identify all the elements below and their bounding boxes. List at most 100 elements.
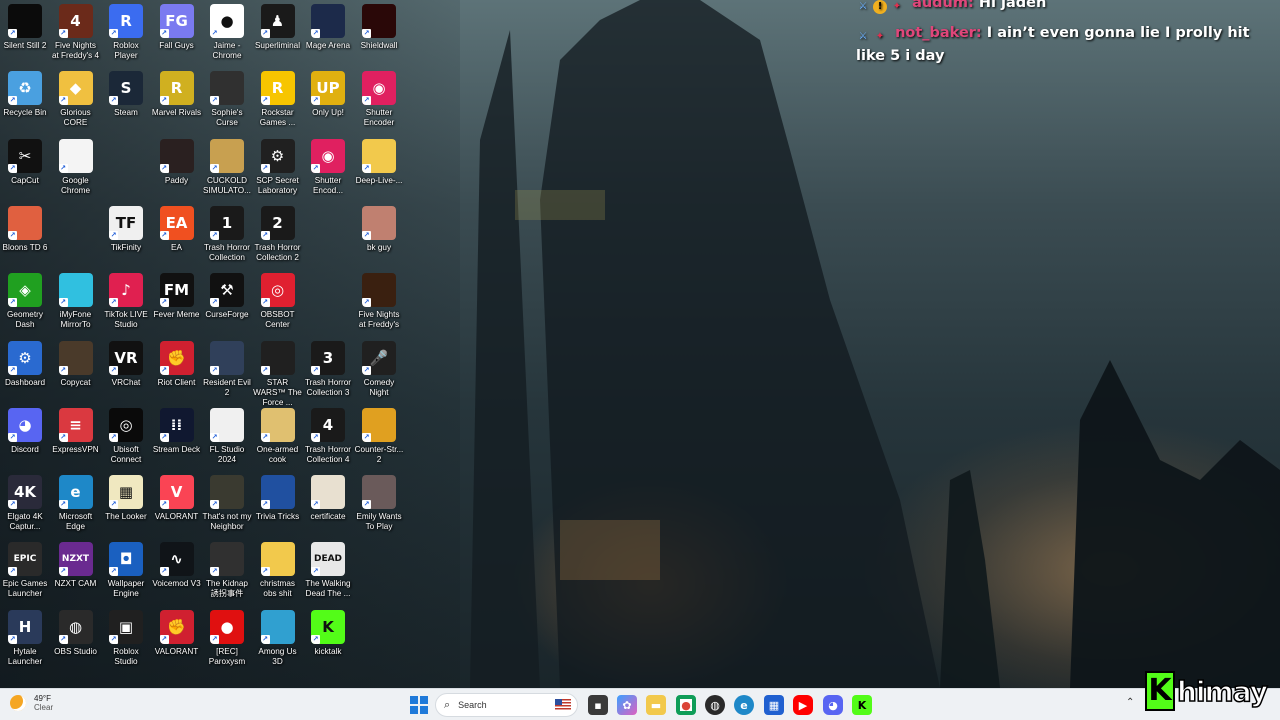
desktop-icon[interactable]: ✊ ↗ VALORANT: [152, 609, 202, 657]
desktop-icon[interactable]: e ↗ Microsoft Edge: [51, 475, 101, 532]
desktop-icon[interactable]: ↗ FL Studio 2024: [202, 407, 252, 465]
desktop-icon[interactable]: ↗ Paddy: [152, 138, 202, 186]
desktop-icon[interactable]: ↗ One-armed cook: [253, 407, 303, 465]
desktop-icon[interactable]: ◎ ↗ OBSBOT Center: [253, 273, 303, 330]
desktop-icon[interactable]: R ↗ Roblox Player: [101, 4, 151, 61]
desktop-icon[interactable]: ↗ Copycat: [51, 340, 101, 388]
desktop-icon[interactable]: DEAD ↗ The Walking Dead The ...: [303, 542, 353, 599]
desktop-icon[interactable]: ↗ Sophie's Curse: [202, 71, 252, 128]
shortcut-arrow-icon: ↗: [260, 163, 270, 173]
desktop-icon[interactable]: ↗ That's not my Neighbor: [202, 475, 252, 532]
desktop-icon[interactable]: 🎤 ↗ Comedy Night: [354, 340, 404, 398]
desktop-icon[interactable]: ↗ bk guy: [354, 205, 404, 253]
desktop-icon-label: Trash Horror Collection 2: [254, 242, 301, 262]
shortcut-arrow-icon: ↗: [210, 634, 219, 644]
desktop-icon[interactable]: ↗ Counter-Str... 2: [354, 407, 404, 465]
desktop-icon[interactable]: ▣ ↗ Roblox Studio: [101, 609, 151, 667]
weather-widget[interactable]: 49°F Clear: [10, 694, 53, 712]
desktop-icon[interactable]: ∿ ↗ Voicemod V3: [152, 542, 202, 589]
desktop-icon[interactable]: ↗ christmas obs shit: [253, 542, 303, 599]
desktop-icon[interactable]: ↗ Mage Arena: [303, 4, 353, 51]
edge-icon[interactable]: e: [734, 695, 754, 715]
taskbar-search[interactable]: ⌕ Search: [435, 693, 578, 717]
desktop-icon[interactable]: ↗ iMyFone MirrorTo: [51, 273, 101, 330]
store-icon[interactable]: ▦: [764, 695, 784, 715]
desktop-icon-label: bk guy: [366, 242, 392, 252]
desktop-icon[interactable]: ◉ ↗ Shutter Encoder: [354, 71, 404, 128]
desktop-icon[interactable]: 1 ↗ Trash Horror Collection: [202, 205, 252, 263]
desktop-icon[interactable]: ◎ ↗ Ubisoft Connect: [101, 407, 151, 465]
desktop-icon[interactable]: ◉ ↗ Shutter Encod...: [303, 138, 353, 196]
desktop-icon[interactable]: ⚙ ↗ Dashboard: [0, 340, 50, 388]
desktop-icon[interactable]: ≡ ↗ ExpressVPN: [51, 407, 101, 455]
tray-chevron-icon[interactable]: ⌃: [1126, 697, 1134, 708]
shortcut-arrow-icon: ↗: [8, 29, 17, 38]
desktop-icon[interactable]: FM ↗ Fever Meme: [152, 273, 202, 320]
desktop-icon[interactable]: ♟ ↗ Superliminal: [253, 4, 303, 51]
desktop-icon[interactable]: ↗ Trivia Tricks: [253, 475, 303, 522]
desktop-icon[interactable]: ◈ ↗ Geometry Dash: [0, 273, 50, 330]
desktop-icon[interactable]: ◍ ↗ OBS Studio: [51, 609, 101, 657]
desktop-icon-label: iMyFone MirrorTo: [59, 310, 92, 330]
desktop-icon[interactable]: ♪ ↗ TikTok LIVE Studio: [101, 273, 151, 330]
desktop-icon[interactable]: ↗ STAR WARS™ The Force ...: [253, 340, 303, 408]
desktop-icon[interactable]: ◆ ↗ Glorious CORE: [51, 71, 101, 128]
desktop-icon[interactable]: ↗ Resident Evil 2: [202, 340, 252, 398]
copilot-icon[interactable]: ✿: [617, 695, 637, 715]
desktop-icon[interactable]: ● ↗ Jaime - Chrome: [202, 4, 252, 61]
desktop-icon[interactable]: ↗ Five Nights at Freddy's: [354, 273, 404, 330]
desktop-icon[interactable]: ↗ Bloons TD 6: [0, 205, 50, 253]
desktop-icon[interactable]: ↗ Shieldwall: [354, 4, 404, 51]
desktop-icon[interactable]: ♻ ↗ Recycle Bin: [0, 71, 50, 118]
youtube-icon[interactable]: ▶: [793, 695, 813, 715]
weather-temperature: 49°F: [34, 694, 51, 703]
desktop-icon[interactable]: 2 ↗ Trash Horror Collection 2: [253, 205, 303, 263]
desktop-icon-label: Counter-Str... 2: [354, 444, 404, 464]
desktop-icon[interactable]: K ↗ kicktalk: [303, 609, 353, 657]
desktop-icon[interactable]: ↗ Silent Still 2: [0, 4, 50, 51]
desktop-icon[interactable]: ↗ Deep-Live-...: [354, 138, 404, 186]
desktop-icon[interactable]: ↗ certificate: [303, 475, 353, 522]
discord-icon[interactable]: ◕: [823, 695, 843, 715]
desktop-icon[interactable]: S ↗ Steam: [101, 71, 151, 118]
desktop-icon[interactable]: ◕ ↗ Discord: [0, 407, 50, 455]
desktop-icon[interactable]: ⚒ ↗ CurseForge: [202, 273, 252, 320]
desktop-icon[interactable]: ⁞⁞ ↗ Stream Deck: [152, 407, 202, 455]
desktop-icon[interactable]: ↗ The Kidnap 誘拐事件: [202, 542, 252, 599]
task-view-icon[interactable]: ▪: [588, 695, 608, 715]
desktop-icon[interactable]: 4 ↗ Trash Horror Collection 4: [303, 407, 353, 465]
desktop-icon-label: Copycat: [60, 377, 91, 387]
file-explorer-icon[interactable]: ▬: [646, 695, 666, 715]
desktop-icon[interactable]: ✊ ↗ Riot Client: [152, 340, 202, 388]
desktop-icon[interactable]: ↗ Emily Wants To Play: [354, 475, 404, 532]
start-button[interactable]: [410, 696, 428, 714]
desktop-icon[interactable]: VR ↗ VRChat: [101, 340, 151, 388]
desktop-icon[interactable]: ✂ ↗ CapCut: [0, 138, 50, 186]
desktop-icon[interactable]: ↗ Google Chrome: [51, 138, 101, 196]
desktop-icon[interactable]: NZXT ↗ NZXT CAM: [51, 542, 101, 589]
desktop-icon[interactable]: EA ↗ EA: [152, 205, 202, 253]
desktop-icon[interactable]: ▦ ↗ The Looker: [101, 475, 151, 522]
desktop-icon[interactable]: 4K ↗ Elgato 4K Captur...: [0, 475, 50, 532]
desktop-icon[interactable]: 3 ↗ Trash Horror Collection 3: [303, 340, 353, 398]
desktop-icon[interactable]: ◘ ↗ Wallpaper Engine: [101, 542, 151, 599]
app-icon: ✂ ↗: [8, 138, 42, 173]
desktop-icon[interactable]: TF ↗ TikFinity: [101, 205, 151, 253]
app-icon: R ↗: [260, 71, 295, 106]
desktop-icon[interactable]: 4 ↗ Five Nights at Freddy's 4: [51, 4, 101, 61]
desktop-icon[interactable]: UP ↗ Only Up!: [303, 71, 353, 118]
desktop-icon[interactable]: FG ↗ Fall Guys: [152, 4, 202, 51]
desktop-icon[interactable]: H ↗ Hytale Launcher: [0, 609, 50, 667]
desktop-icon[interactable]: ↗ CUCKOLD SIMULATO...: [202, 138, 252, 196]
obs-icon[interactable]: ◍: [705, 695, 725, 715]
kick-icon[interactable]: K: [852, 695, 872, 715]
desktop-icon[interactable]: R ↗ Marvel Rivals: [152, 71, 202, 118]
desktop-icon[interactable]: ↗ Among Us 3D: [253, 609, 303, 667]
desktop-icon[interactable]: ● ↗ [REC] Paroxysm: [202, 609, 252, 667]
desktop-icon[interactable]: ⚙ ↗ SCP Secret Laboratory: [253, 138, 303, 196]
chrome-icon[interactable]: ●: [676, 695, 696, 715]
desktop-icon[interactable]: EPIC ↗ Epic Games Launcher: [0, 542, 50, 599]
desktop-icon[interactable]: V ↗ VALORANT: [152, 475, 202, 522]
desktop-icon[interactable]: R ↗ Rockstar Games ...: [253, 71, 303, 128]
desktop-icon-label: Recycle Bin: [3, 108, 47, 118]
